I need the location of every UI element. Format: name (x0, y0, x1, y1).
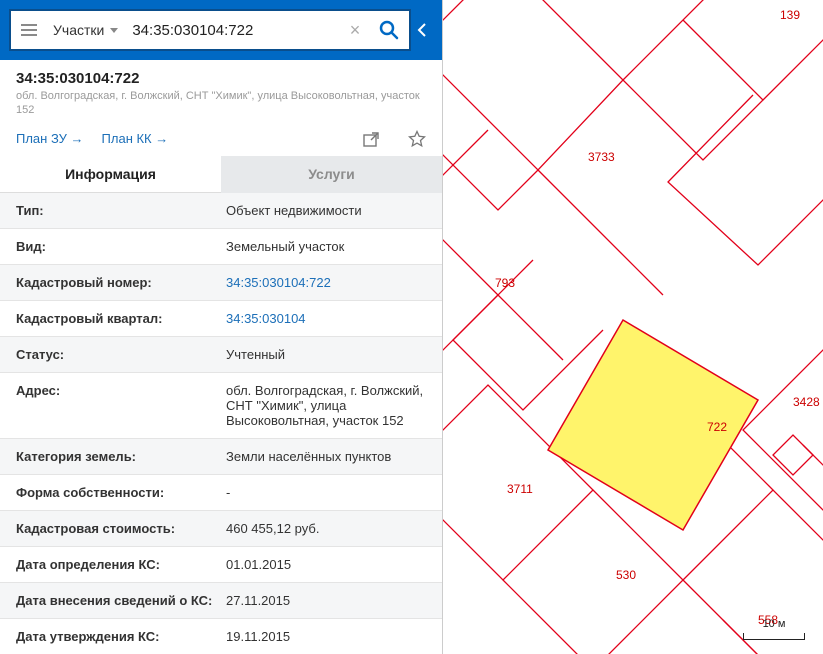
info-row-value: 460 455,12 руб. (226, 521, 426, 536)
menu-button[interactable] (11, 11, 47, 49)
info-row-label: Форма собственности: (16, 485, 226, 500)
tab-services[interactable]: Услуги (221, 156, 442, 193)
info-row-value[interactable]: 34:35:030104 (226, 311, 426, 326)
map-scale-label: 10 м (763, 618, 786, 630)
info-row-value: Учтенный (226, 347, 426, 362)
collapse-panel-button[interactable] (411, 9, 433, 51)
info-row: Вид:Земельный участок (0, 229, 442, 265)
chevron-left-icon (417, 23, 427, 37)
info-row-label: Кадастровый номер: (16, 275, 226, 290)
info-row: Дата утверждения КС:19.11.2015 (0, 619, 442, 654)
cadastral-svg (443, 0, 823, 654)
info-row-value[interactable]: 34:35:030104:722 (226, 275, 426, 290)
search-type-label: Участки (53, 22, 104, 38)
search-button[interactable] (369, 11, 409, 49)
object-address: обл. Волгоградская, г. Волжский, СНТ "Хи… (16, 89, 426, 118)
favorite-button[interactable] (408, 130, 426, 148)
plot-label: 722 (707, 420, 727, 434)
info-row-label: Категория земель: (16, 449, 226, 464)
send-icon (362, 130, 380, 148)
tabs: Информация Услуги (0, 156, 442, 193)
info-row: Адрес:обл. Волгоградская, г. Волжский, С… (0, 373, 442, 439)
object-title: 34:35:030104:722 (16, 70, 426, 87)
info-row-label: Кадастровый квартал: (16, 311, 226, 326)
info-row-label: Кадастровая стоимость: (16, 521, 226, 536)
object-header: 34:35:030104:722 обл. Волгоградская, г. … (0, 60, 442, 124)
send-to-button[interactable] (362, 130, 380, 148)
plan-zu-link[interactable]: План ЗУ → (16, 131, 84, 146)
plot-label: 3711 (507, 482, 533, 496)
search-icon (379, 20, 399, 40)
star-icon (408, 130, 426, 148)
plan-kk-link[interactable]: План КК → (102, 131, 169, 146)
info-row-label: Дата внесения сведений о КС: (16, 593, 226, 608)
close-icon: × (350, 20, 361, 40)
info-row: Кадастровая стоимость:460 455,12 руб. (0, 511, 442, 547)
info-row-label: Адрес: (16, 383, 226, 398)
clear-button[interactable]: × (341, 20, 369, 41)
info-row: Статус:Учтенный (0, 337, 442, 373)
chevron-down-icon (110, 28, 118, 33)
info-row-value: 19.11.2015 (226, 629, 426, 644)
info-row: Категория земель:Земли населённых пункто… (0, 439, 442, 475)
info-row-value: Объект недвижимости (226, 203, 426, 218)
info-row-value: - (226, 485, 426, 500)
info-row-label: Дата утверждения КС: (16, 629, 226, 644)
search-input[interactable] (124, 22, 341, 39)
plot-label: 139 (780, 8, 800, 22)
search-type-dropdown[interactable]: Участки (47, 22, 124, 38)
plot-label: 3733 (588, 150, 615, 164)
info-row-label: Статус: (16, 347, 226, 362)
info-table: Тип:Объект недвижимостиВид:Земельный уча… (0, 193, 442, 654)
info-row: Дата определения КС:01.01.2015 (0, 547, 442, 583)
info-row: Кадастровый номер:34:35:030104:722 (0, 265, 442, 301)
info-row-value: 27.11.2015 (226, 593, 426, 608)
map-scale: 10 м (743, 618, 805, 640)
info-row: Кадастровый квартал:34:35:030104 (0, 301, 442, 337)
info-row-value: Земельный участок (226, 239, 426, 254)
tab-info[interactable]: Информация (0, 156, 221, 193)
info-row: Дата внесения сведений о КС:27.11.2015 (0, 583, 442, 619)
map-canvas[interactable]: 139373379334287223711530558 10 м (443, 0, 823, 654)
plot-label: 3428 (793, 395, 820, 409)
info-row-value: Земли населённых пунктов (226, 449, 426, 464)
info-row-label: Вид: (16, 239, 226, 254)
search-box: Участки × (9, 9, 411, 51)
plot-label: 793 (495, 276, 515, 290)
info-row-value: 01.01.2015 (226, 557, 426, 572)
plot-label: 530 (616, 568, 636, 582)
info-row-label: Тип: (16, 203, 226, 218)
map-scale-bar (743, 633, 805, 640)
info-row: Форма собственности:- (0, 475, 442, 511)
info-row-value: обл. Волгоградская, г. Волжский, СНТ "Хи… (226, 383, 426, 428)
quick-links-row: План ЗУ → План КК → (0, 124, 442, 156)
info-row: Тип:Объект недвижимости (0, 193, 442, 229)
hamburger-icon (21, 24, 37, 36)
info-row-label: Дата определения КС: (16, 557, 226, 572)
info-panel: Участки × (0, 0, 443, 654)
topbar: Участки × (0, 0, 442, 60)
